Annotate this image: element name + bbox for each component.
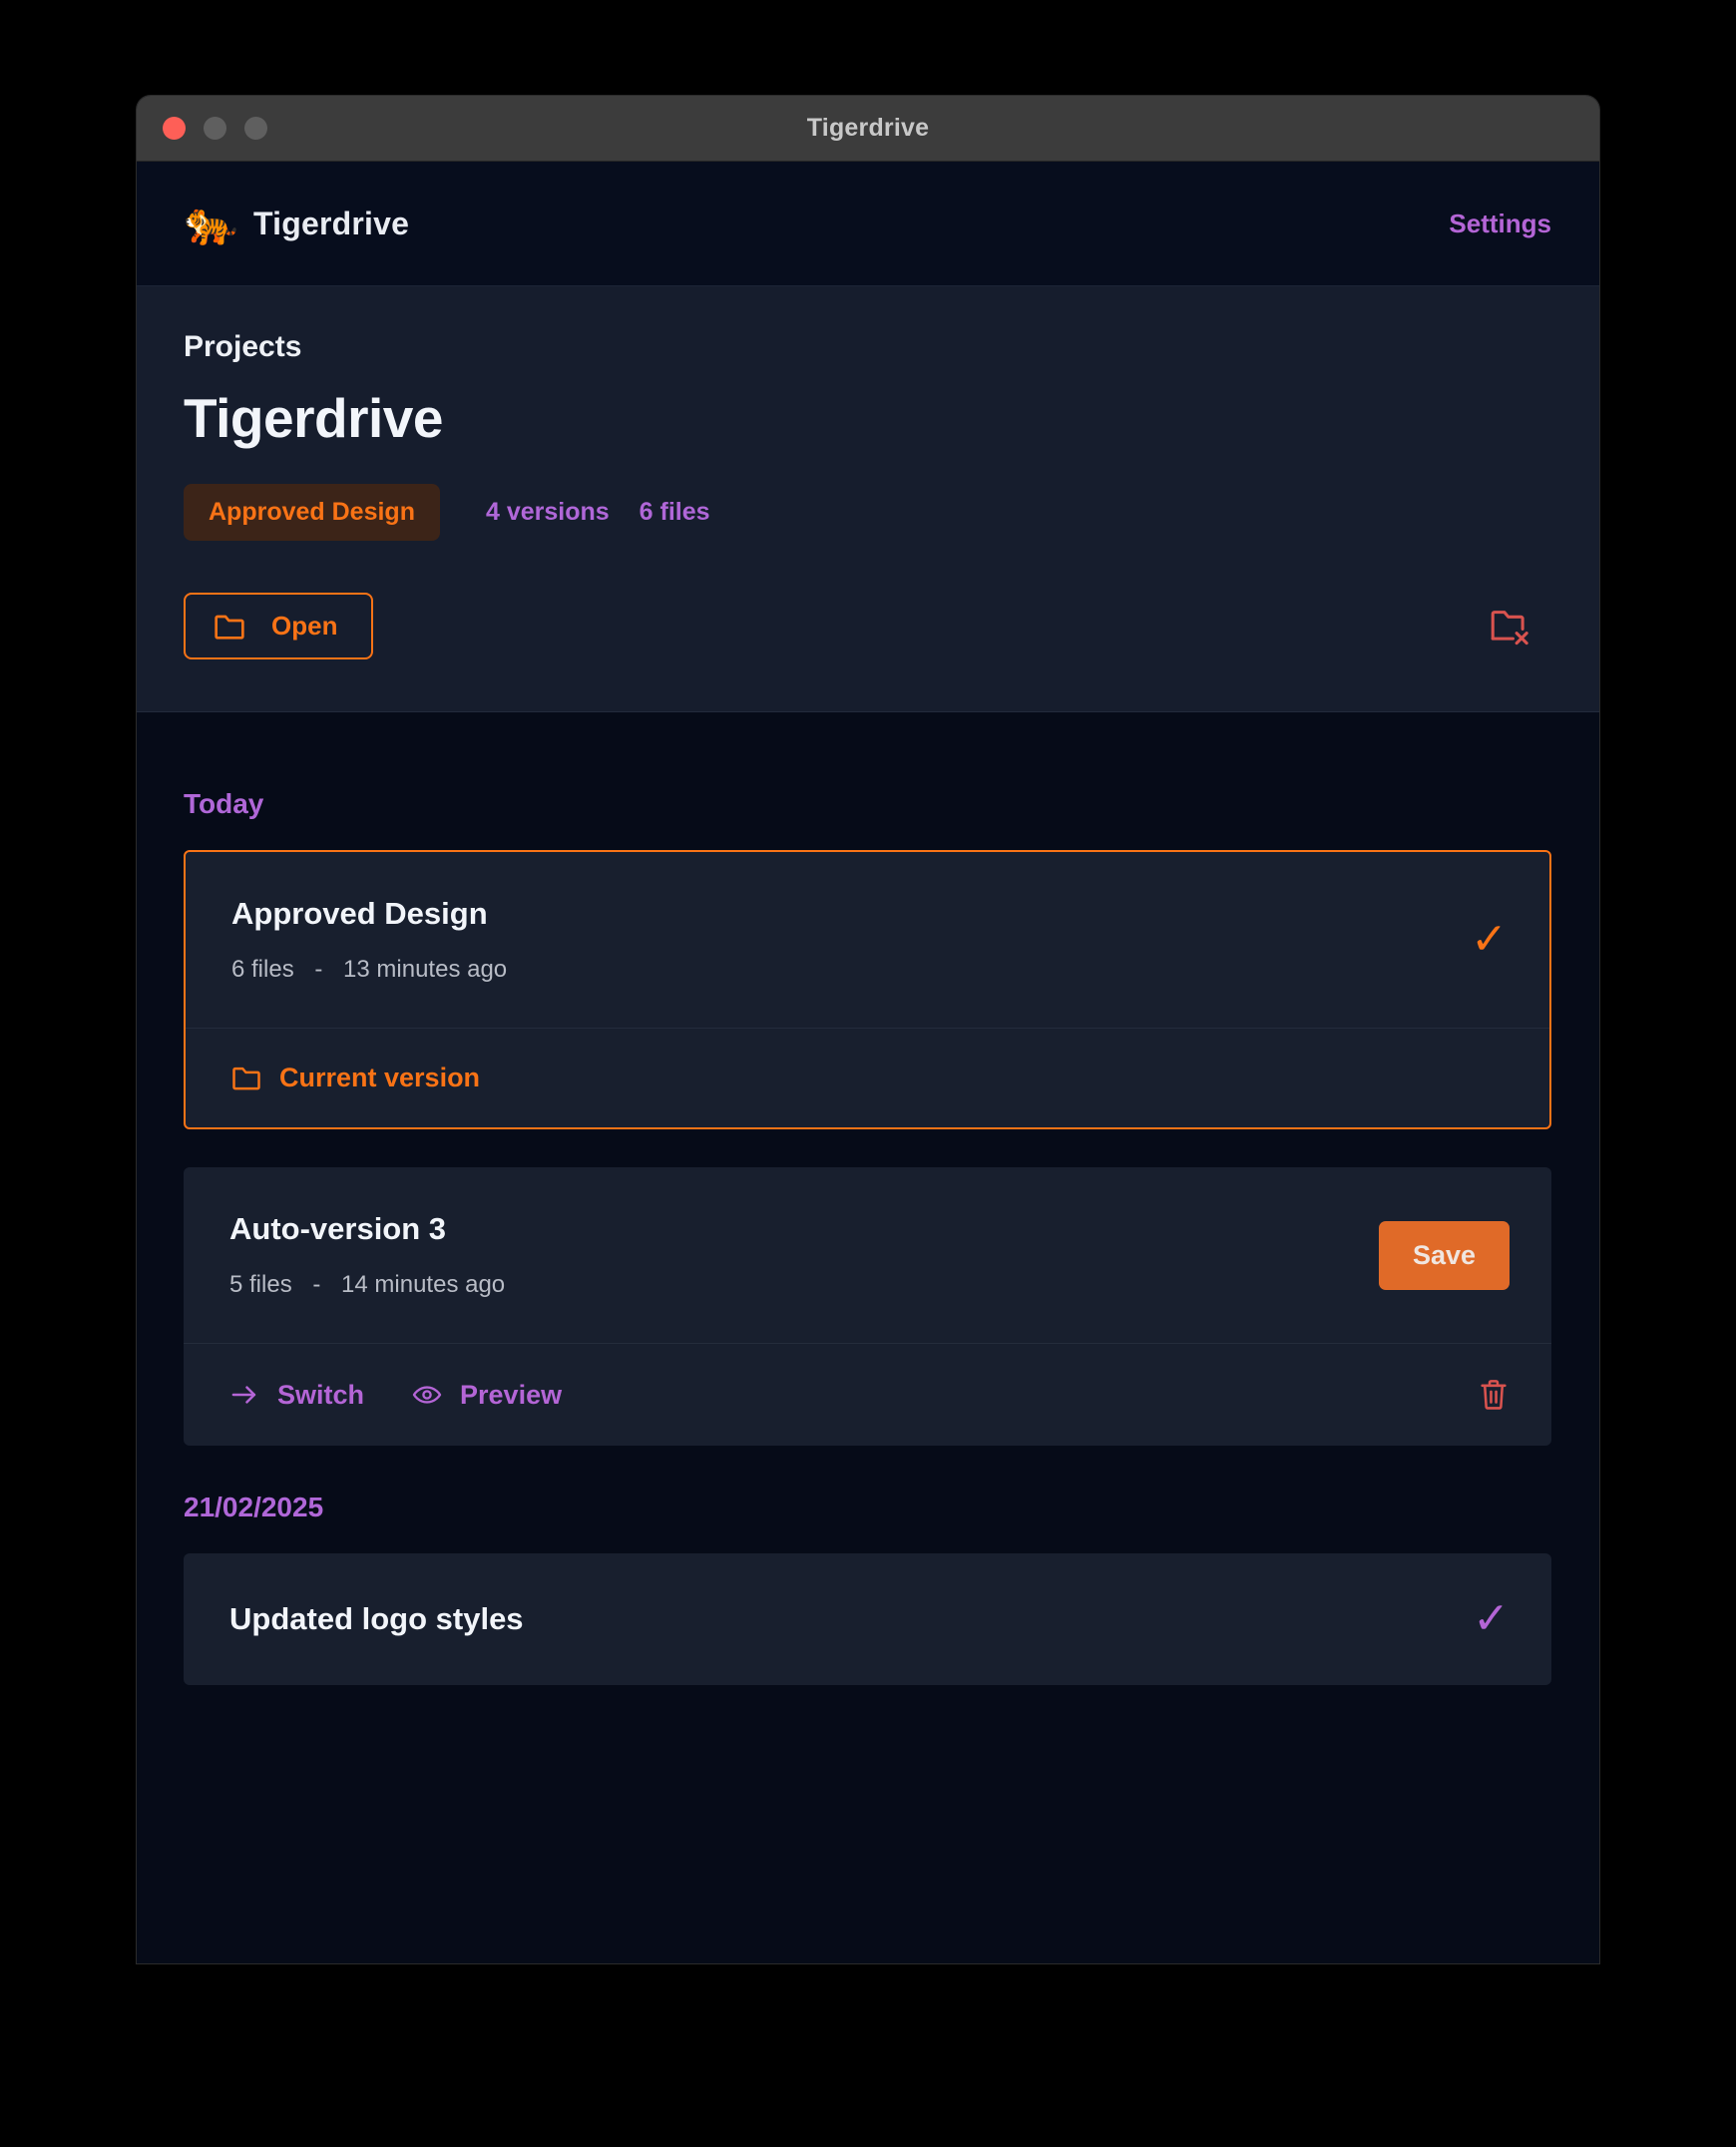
card-main: Updated logo styles ✓	[184, 1553, 1551, 1685]
desktop-background: Tigerdrive 🐅 Tigerdrive Settings Project…	[0, 0, 1736, 2147]
current-version-indicator: Current version	[231, 1063, 480, 1093]
footer-actions: Switch Preview	[229, 1380, 562, 1411]
open-button-label: Open	[271, 611, 338, 641]
group-label-today: Today	[184, 788, 264, 819]
save-button[interactable]: Save	[1378, 1220, 1510, 1290]
preview-button[interactable]: Preview	[412, 1380, 562, 1411]
version-card-auto-version-3[interactable]: Auto-version 3 5 files - 14 minutes ago …	[184, 1167, 1551, 1446]
card-time: 13 minutes ago	[343, 956, 508, 983]
current-version-label: Current version	[279, 1063, 481, 1092]
footer-actions: Current version	[231, 1063, 480, 1093]
eye-icon	[412, 1382, 442, 1408]
brand-name: Tigerdrive	[253, 205, 410, 241]
folder-icon	[231, 1065, 261, 1091]
versions-count: 4 versions	[485, 498, 610, 526]
card-subtitle: 5 files - 14 minutes ago	[229, 1271, 505, 1299]
window-title: Tigerdrive	[806, 114, 930, 142]
status-badge: Approved Design	[184, 484, 440, 541]
card-footer: Switch Preview	[184, 1343, 1551, 1446]
check-icon: ✓	[1471, 915, 1508, 964]
card-separator: -	[312, 1271, 321, 1298]
preview-label: Preview	[460, 1379, 563, 1410]
app-header: 🐅 Tigerdrive Settings	[137, 162, 1599, 286]
version-list: Today Approved Design 6 files - 13 minut…	[137, 712, 1599, 1685]
folder-icon	[214, 613, 245, 641]
files-count: 6 files	[639, 498, 710, 526]
card-title: Updated logo styles	[229, 1601, 524, 1636]
tiger-head-icon: 🐅	[184, 199, 238, 247]
card-title: Auto-version 3	[229, 1211, 447, 1246]
card-texts: Auto-version 3 5 files - 14 minutes ago	[229, 1211, 505, 1299]
group-label-date: 21/02/2025	[184, 1492, 324, 1522]
card-time: 14 minutes ago	[341, 1271, 506, 1298]
window-titlebar: Tigerdrive	[137, 96, 1599, 162]
check-icon: ✓	[1473, 1594, 1510, 1643]
settings-link[interactable]: Settings	[1449, 209, 1551, 239]
folder-remove-icon[interactable]	[1490, 608, 1531, 645]
trash-icon[interactable]	[1478, 1378, 1510, 1412]
breadcrumb: Projects	[184, 330, 302, 363]
card-title: Approved Design	[231, 896, 488, 931]
project-meta: Approved Design 4 versions 6 files	[184, 484, 1551, 541]
switch-button[interactable]: Switch	[229, 1380, 364, 1411]
page-title: Tigerdrive	[184, 387, 443, 449]
card-main: Auto-version 3 5 files - 14 minutes ago …	[184, 1167, 1551, 1343]
switch-label: Switch	[277, 1379, 365, 1410]
card-texts: Updated logo styles	[229, 1601, 524, 1637]
hero-actions: Open	[184, 593, 1551, 659]
card-footer: Current version	[186, 1028, 1549, 1127]
card-main: Approved Design 6 files - 13 minutes ago…	[186, 852, 1549, 1028]
card-files: 6 files	[231, 956, 294, 983]
card-subtitle: 6 files - 13 minutes ago	[231, 956, 507, 984]
project-hero: Projects Tigerdrive Approved Design 4 ve…	[137, 286, 1599, 712]
app-window: Tigerdrive 🐅 Tigerdrive Settings Project…	[137, 96, 1599, 1963]
brand: 🐅 Tigerdrive	[184, 198, 409, 249]
version-card-approved-design[interactable]: Approved Design 6 files - 13 minutes ago…	[184, 850, 1551, 1129]
card-separator: -	[314, 956, 323, 983]
open-button[interactable]: Open	[184, 593, 374, 659]
version-card-updated-logo-styles[interactable]: Updated logo styles ✓	[184, 1553, 1551, 1685]
arrow-right-icon	[229, 1382, 259, 1408]
card-files: 5 files	[229, 1271, 292, 1298]
card-texts: Approved Design 6 files - 13 minutes ago	[231, 896, 507, 984]
